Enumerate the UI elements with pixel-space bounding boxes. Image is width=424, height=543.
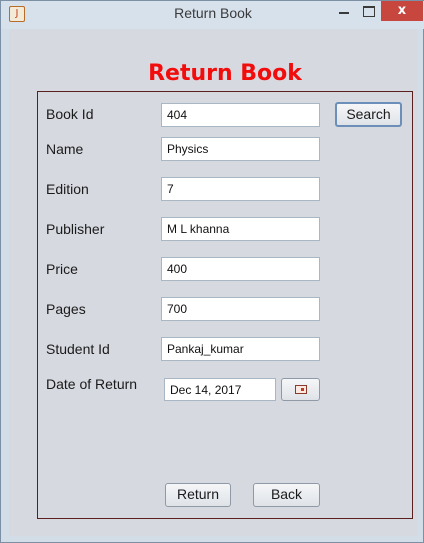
page-heading: Return Book xyxy=(148,61,302,86)
minimize-button[interactable] xyxy=(331,1,357,21)
date-of-return-label: Date of Return xyxy=(46,376,138,392)
maximize-button[interactable] xyxy=(357,1,381,21)
edition-label: Edition xyxy=(46,181,89,197)
name-label: Name xyxy=(46,141,84,157)
price-field[interactable]: 400 xyxy=(161,257,320,281)
calendar-icon xyxy=(295,385,307,394)
calendar-button[interactable] xyxy=(281,378,320,401)
pages-field[interactable]: 700 xyxy=(161,297,320,321)
book-id-field[interactable]: 404 xyxy=(161,103,320,127)
back-button[interactable]: Back xyxy=(253,483,320,507)
title-bar[interactable]: J Return Book x xyxy=(1,1,424,29)
publisher-label: Publisher xyxy=(46,221,105,237)
book-id-label: Book Id xyxy=(46,106,94,122)
publisher-field[interactable]: M L khanna xyxy=(161,217,320,241)
edition-field[interactable]: 7 xyxy=(161,177,320,201)
student-id-label: Student Id xyxy=(46,341,110,357)
price-label: Price xyxy=(46,261,78,277)
name-field[interactable]: Physics xyxy=(161,137,320,161)
return-book-window: J Return Book x Return Book Book Id 404 … xyxy=(0,0,424,543)
student-id-field[interactable]: Pankaj_kumar xyxy=(161,337,320,361)
return-button[interactable]: Return xyxy=(165,483,231,507)
search-button[interactable]: Search xyxy=(335,102,402,127)
close-button[interactable]: x xyxy=(381,1,423,21)
date-of-return-field[interactable]: Dec 14, 2017 xyxy=(164,378,276,401)
pages-label: Pages xyxy=(46,301,86,317)
